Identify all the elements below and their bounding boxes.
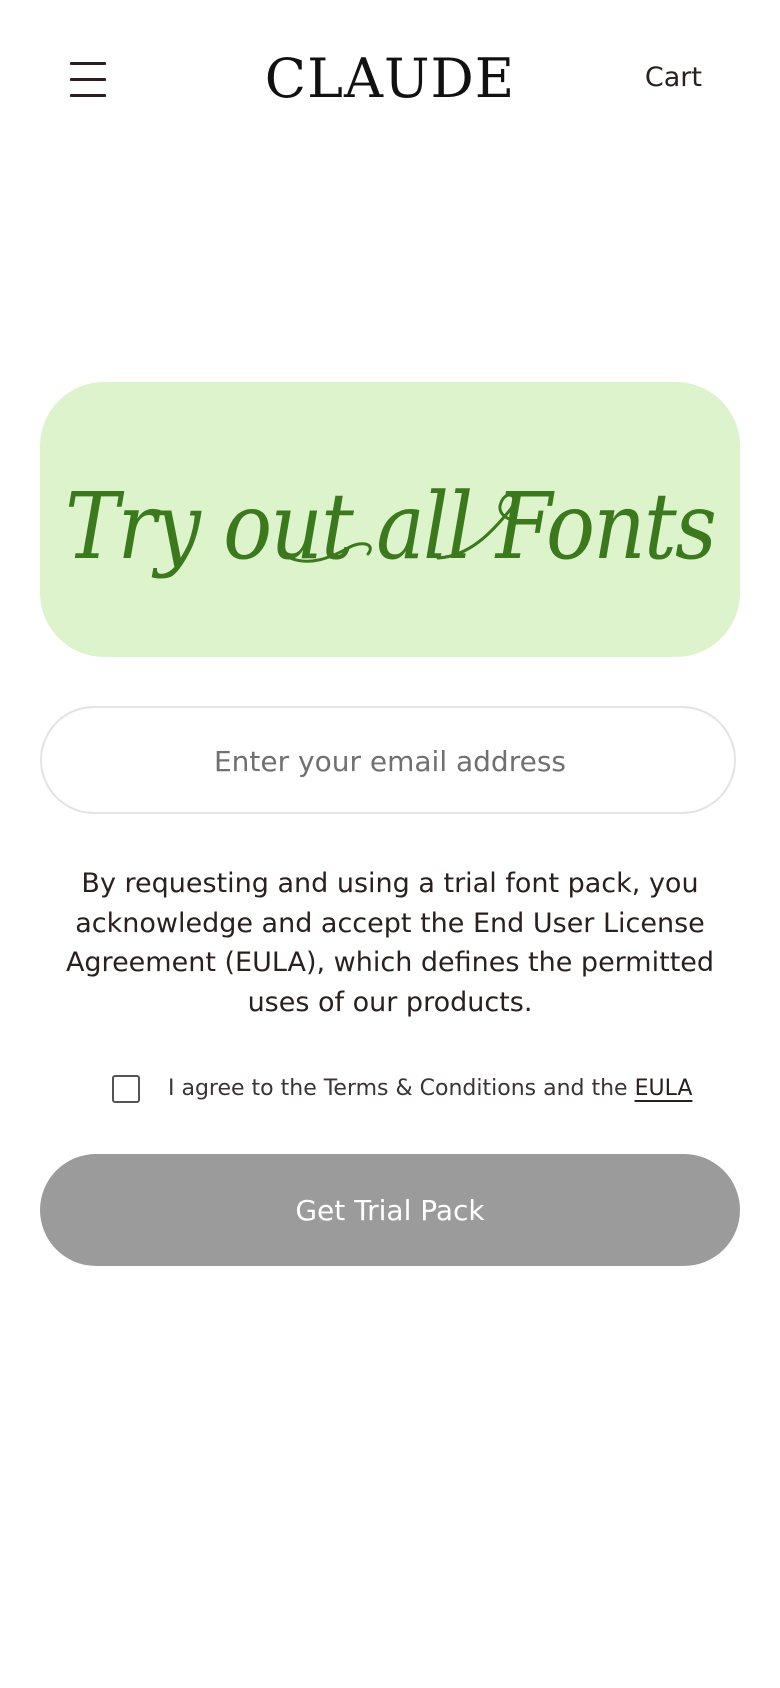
- terms-checkbox[interactable]: [112, 1075, 140, 1103]
- site-header: CLAUDE Cart: [0, 0, 780, 160]
- eula-link[interactable]: EULA: [635, 1076, 693, 1101]
- email-field-wrapper: [40, 706, 738, 814]
- trial-banner: Try out all Fonts: [40, 382, 740, 657]
- banner-title: Try out all Fonts: [65, 473, 715, 580]
- terms-agreement-row: I agree to the Terms & Conditions and th…: [112, 1073, 712, 1105]
- terms-label: I agree to the Terms & Conditions and th…: [168, 1073, 692, 1105]
- eula-notice: By requesting and using a trial font pac…: [65, 868, 715, 1018]
- terms-label-text: I agree to the Terms & Conditions and th…: [168, 1076, 635, 1101]
- cart-link[interactable]: Cart: [645, 62, 702, 93]
- get-trial-pack-button[interactable]: Get Trial Pack: [40, 1154, 740, 1266]
- banner-artwork: Try out all Fonts: [65, 473, 717, 580]
- email-input[interactable]: [42, 708, 738, 814]
